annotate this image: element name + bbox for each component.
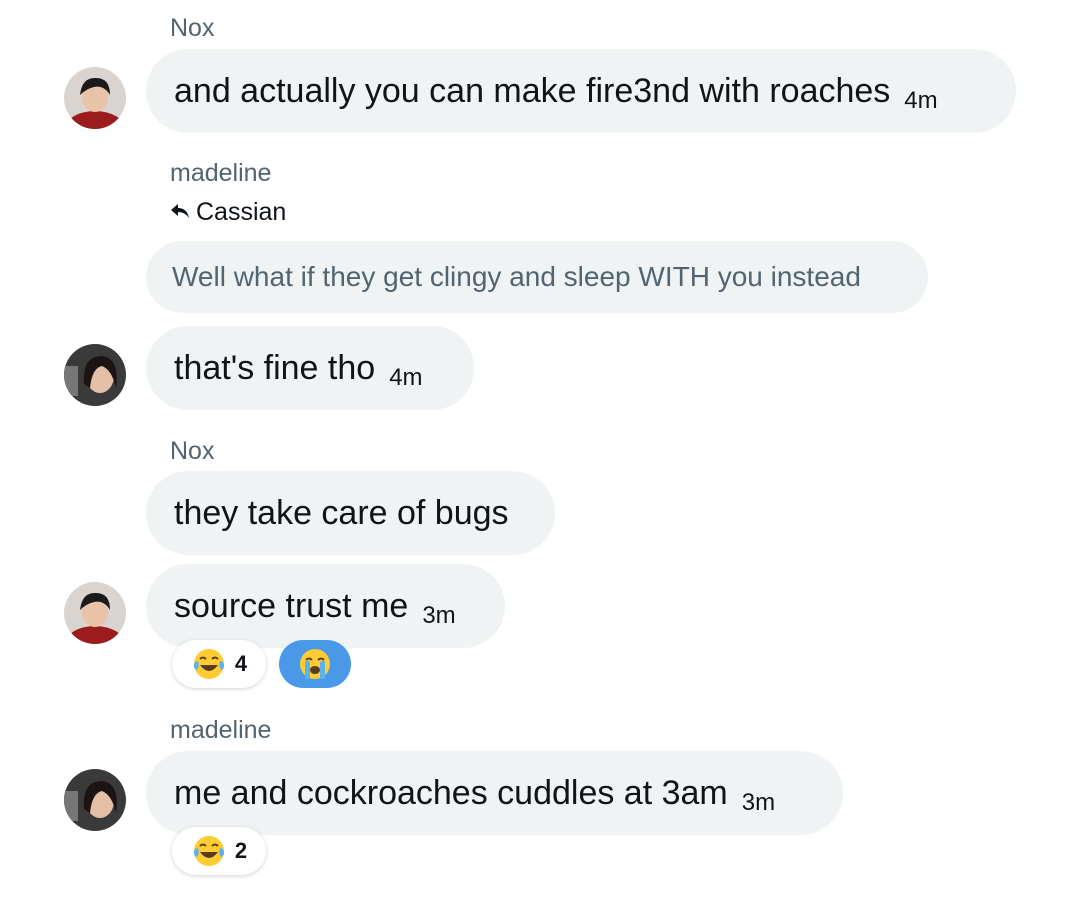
sender-name: Nox bbox=[170, 437, 215, 465]
message-timestamp: 4m bbox=[904, 87, 938, 114]
reply-to-name: Cassian bbox=[196, 198, 287, 226]
reaction-crying[interactable] bbox=[279, 640, 351, 688]
reaction-laughing[interactable]: 2 bbox=[172, 827, 266, 875]
reaction-count: 2 bbox=[234, 838, 248, 863]
reply-arrow-icon bbox=[170, 198, 190, 227]
message-text: they take care of bugs bbox=[174, 493, 509, 532]
avatar-madeline[interactable] bbox=[64, 344, 126, 406]
message-text: and actually you can make fire3nd with r… bbox=[174, 71, 891, 110]
message-bubble[interactable]: source trust me 3m bbox=[146, 564, 505, 648]
sender-name: madeline bbox=[170, 159, 272, 187]
reaction-laughing[interactable]: 4 bbox=[172, 640, 266, 688]
quoted-message-text: Well what if they get clingy and sleep W… bbox=[172, 261, 861, 292]
message-timestamp: 3m bbox=[422, 602, 456, 629]
face-with-tears-of-joy-icon bbox=[191, 833, 227, 869]
avatar-madeline[interactable] bbox=[64, 769, 126, 831]
message-text: source trust me bbox=[174, 586, 409, 625]
avatar-nox[interactable] bbox=[64, 67, 126, 129]
message-bubble[interactable]: and actually you can make fire3nd with r… bbox=[146, 49, 1016, 133]
message-timestamp: 4m bbox=[389, 364, 423, 391]
message-bubble[interactable]: they take care of bugs bbox=[146, 471, 555, 555]
avatar-nox[interactable] bbox=[64, 582, 126, 644]
message-text: that's fine tho bbox=[174, 348, 376, 387]
message-text: me and cockroaches cuddles at 3am bbox=[174, 773, 728, 812]
reaction-count: 4 bbox=[234, 651, 248, 676]
sender-name: Nox bbox=[170, 14, 215, 42]
message-bubble[interactable]: me and cockroaches cuddles at 3am 3m bbox=[146, 751, 843, 835]
sender-name: madeline bbox=[170, 716, 272, 744]
quoted-message[interactable]: Well what if they get clingy and sleep W… bbox=[146, 241, 928, 313]
message-timestamp: 3m bbox=[741, 789, 776, 816]
message-bubble[interactable]: that's fine tho 4m bbox=[146, 326, 474, 410]
face-with-tears-of-joy-icon bbox=[191, 646, 227, 682]
loudly-crying-face-icon bbox=[297, 646, 333, 682]
reply-indicator[interactable]: Cassian bbox=[170, 198, 286, 227]
